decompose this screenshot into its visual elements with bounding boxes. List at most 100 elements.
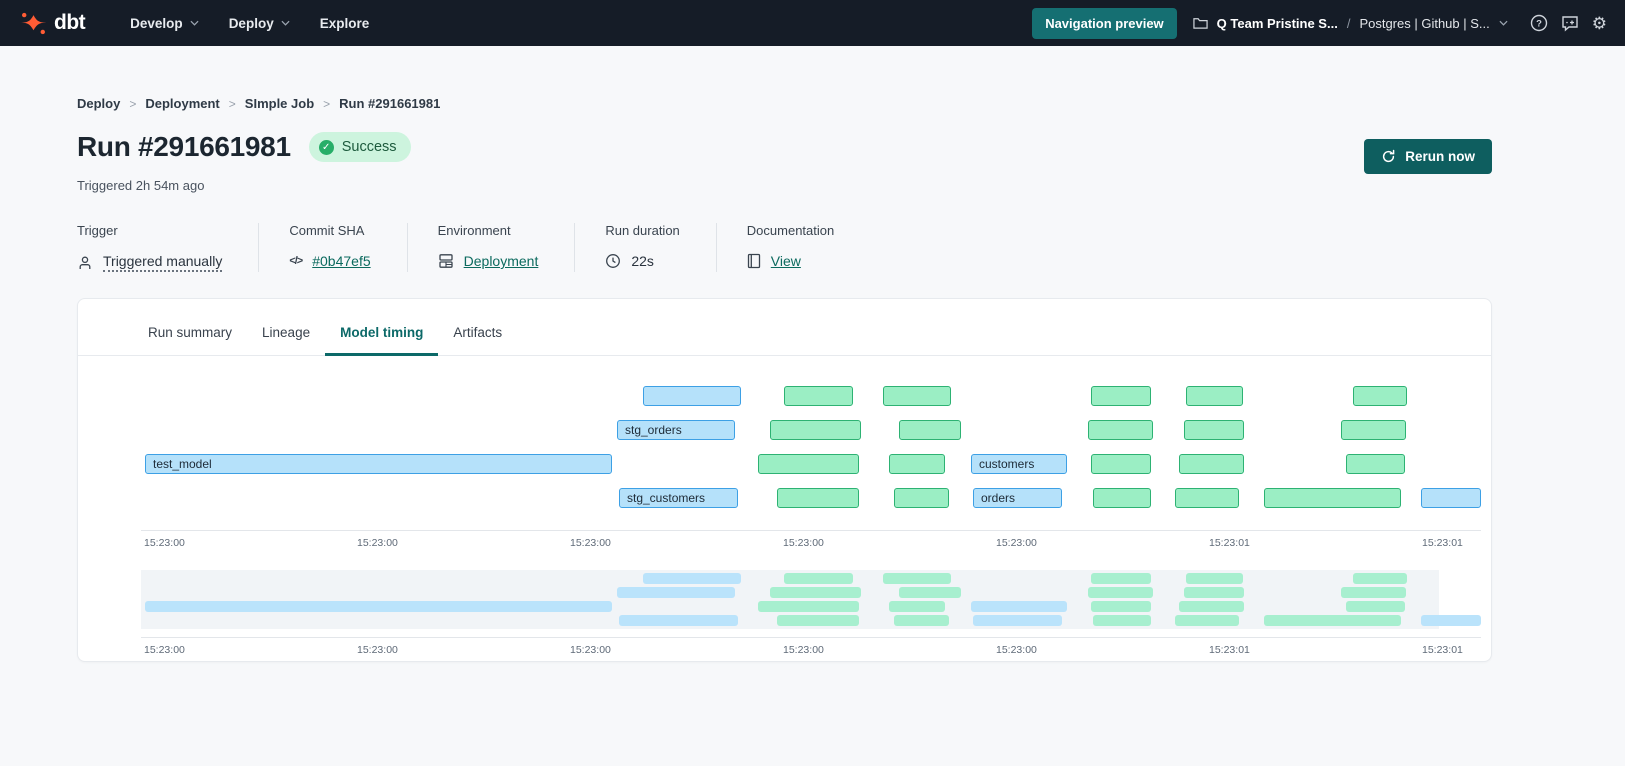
meta-value-row: Triggered manually (77, 253, 222, 272)
minimap-time-axis: 15:23:0015:23:0015:23:0015:23:0015:23:00… (141, 637, 1481, 655)
gantt-bar[interactable] (1353, 386, 1407, 406)
gantt-bar[interactable] (1421, 488, 1481, 508)
clock-icon (605, 253, 621, 269)
time-tick-label: 15:23:00 (144, 537, 185, 549)
gantt-bar-customers[interactable]: customers (971, 454, 1067, 474)
nav-item-deploy[interactable]: Deploy (214, 0, 305, 46)
run-metadata-row: TriggerTriggered manuallyCommit SHA</>#0… (77, 223, 1492, 272)
gantt-bar-stg-orders[interactable]: stg_orders (617, 420, 735, 440)
gantt-bar[interactable] (883, 386, 951, 406)
breadcrumb-separator: > (129, 97, 136, 111)
time-tick-label: 15:23:00 (783, 644, 824, 656)
gantt-bar[interactable] (1186, 386, 1243, 406)
rerun-now-button[interactable]: Rerun now (1364, 139, 1492, 174)
minimap-bar (889, 601, 945, 612)
time-tick-label: 15:23:00 (570, 537, 611, 549)
meta-label: Documentation (747, 223, 834, 238)
gantt-bar[interactable] (1264, 488, 1401, 508)
time-tick-label: 15:23:00 (783, 537, 824, 549)
navigation-preview-button[interactable]: Navigation preview (1032, 8, 1176, 39)
gantt-bar[interactable] (784, 386, 853, 406)
feedback-icon[interactable] (1561, 15, 1579, 32)
gantt-chart: stg_orderstest_model customers stg_custome… (141, 386, 1481, 522)
time-tick-label: 15:23:00 (996, 644, 1037, 656)
gantt-bar[interactable] (1179, 454, 1244, 474)
success-check-icon: ✓ (319, 140, 334, 155)
meta-value-row: 22s (605, 253, 679, 269)
minimap-bar (1093, 615, 1151, 626)
gantt-bar[interactable] (1175, 488, 1239, 508)
breadcrumb-item-simple-job[interactable]: SImple Job (245, 96, 314, 111)
minimap-bar (1088, 587, 1153, 598)
breadcrumb-separator: > (229, 97, 236, 111)
meta-trigger: Trigger Triggered manually (77, 223, 258, 272)
page-title: Run #291661981 (77, 131, 291, 163)
gantt-bar[interactable] (643, 386, 741, 406)
nav-item-label: Explore (320, 16, 370, 31)
minimap-bar (971, 601, 1067, 612)
gantt-bar[interactable] (1093, 488, 1151, 508)
top-nav: dbt Develop Deploy Explore Navigation prev… (0, 0, 1625, 46)
minimap-bar (770, 587, 861, 598)
meta-value-documentation[interactable]: View (771, 253, 801, 269)
meta-label: Run duration (605, 223, 679, 238)
tab-run-summary[interactable]: Run summary (133, 325, 247, 356)
meta-commit-sha: Commit SHA</>#0b47ef5 (258, 223, 406, 272)
nav-item-develop[interactable]: Develop (115, 0, 214, 46)
minimap-bar (1091, 601, 1151, 612)
gantt-bar[interactable] (889, 454, 945, 474)
gantt-minimap[interactable] (141, 570, 1481, 629)
gantt-bar[interactable] (1346, 454, 1405, 474)
time-tick-label: 15:23:01 (1209, 537, 1250, 549)
gantt-bar[interactable] (1091, 454, 1151, 474)
code-icon: </> (289, 255, 302, 267)
gantt-bar[interactable] (1091, 386, 1151, 406)
nav-item-explore[interactable]: Explore (305, 0, 385, 46)
gantt-bar[interactable] (894, 488, 949, 508)
help-icon[interactable]: ? (1530, 14, 1548, 32)
tab-artifacts[interactable]: Artifacts (438, 325, 517, 356)
minimap-bar (784, 573, 853, 584)
gantt-bar[interactable] (1341, 420, 1406, 440)
gantt-bar[interactable] (770, 420, 861, 440)
meta-documentation: Documentation View (716, 223, 870, 272)
gantt-bar-stg-customers[interactable]: stg_customers (619, 488, 738, 508)
gantt-time-axis: 15:23:0015:23:0015:23:0015:23:0015:23:00… (141, 530, 1481, 548)
minimap-bar (883, 573, 951, 584)
meta-value-row: </> #0b47ef5 (289, 253, 370, 269)
nav-item-label: Deploy (229, 16, 274, 31)
meta-label: Environment (438, 223, 539, 238)
tab-bar: Run summaryLineageModel timingArtifacts (78, 299, 1491, 356)
folder-icon (1193, 16, 1208, 30)
tab-lineage[interactable]: Lineage (247, 325, 325, 356)
account-project-switcher[interactable]: Q Team Pristine S... / Postgres | Github… (1193, 16, 1508, 31)
breadcrumb-item-deployment[interactable]: Deployment (145, 96, 219, 111)
gantt-bar[interactable] (758, 454, 859, 474)
doc-icon (747, 253, 761, 269)
minimap-bar (1421, 615, 1481, 626)
time-tick-label: 15:23:01 (1422, 644, 1463, 656)
gantt-bar[interactable] (899, 420, 961, 440)
meta-environment: Environment Deployment (407, 223, 575, 272)
gantt-bar[interactable] (1088, 420, 1153, 440)
meta-value-commit-sha[interactable]: #0b47ef5 (312, 253, 370, 269)
gantt-bar[interactable] (777, 488, 859, 508)
gantt-bar-test-model[interactable]: test_model (145, 454, 612, 474)
minimap-bar (894, 615, 949, 626)
minimap-bar (1346, 601, 1405, 612)
meta-label: Trigger (77, 223, 222, 238)
minimap-bar (758, 601, 859, 612)
meta-value-environment[interactable]: Deployment (464, 253, 539, 269)
time-tick-label: 15:23:01 (1422, 537, 1463, 549)
status-badge: ✓ Success (309, 132, 411, 162)
dbt-logo[interactable]: dbt (20, 10, 85, 37)
settings-gear-icon[interactable]: ⚙ (1592, 15, 1607, 32)
tab-model-timing[interactable]: Model timing (325, 325, 438, 356)
refresh-icon (1381, 149, 1396, 164)
gantt-bar[interactable] (1184, 420, 1244, 440)
gantt-bar-orders[interactable]: orders (973, 488, 1062, 508)
breadcrumb-item-run-291661981: Run #291661981 (339, 96, 440, 111)
breadcrumb-item-deploy[interactable]: Deploy (77, 96, 120, 111)
run-detail-card: Run summaryLineageModel timingArtifacts … (77, 298, 1492, 662)
time-tick-label: 15:23:00 (144, 644, 185, 656)
